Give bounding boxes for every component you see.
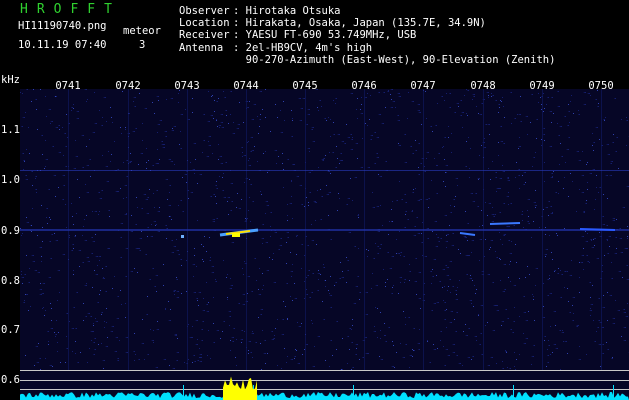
- receiver-row: Receiver: YAESU FT-690 53.749MHz, USB: [179, 29, 417, 42]
- observer-row: Observer: Hirotaka Otsuka: [179, 5, 341, 17]
- meteor-echo: [459, 232, 476, 236]
- noise-spike: [613, 385, 614, 400]
- receiver-value: YAESU FT-690 53.749MHz, USB: [245, 29, 417, 42]
- meteor-label: meteor: [123, 25, 161, 37]
- antenna-direction-row: 90-270-Azimuth (East-West), 90-Elevation…: [179, 53, 556, 66]
- location-value: Hirakata, Osaka, Japan (135.7E, 34.9N): [245, 17, 486, 30]
- info-key: Antenna: [179, 41, 224, 54]
- frequency-label: 0.8: [1, 275, 20, 287]
- frequency-unit-label: kHz: [1, 74, 20, 86]
- guide-line: [20, 389, 629, 390]
- location-row: Location: Hirakata, Osaka, Japan (135.7E…: [179, 17, 486, 30]
- guide-line: [20, 380, 629, 381]
- observation-datetime: 10.11.19 07:40: [18, 39, 107, 51]
- frequency-label: 1.0: [1, 174, 20, 186]
- noise-spike: [513, 385, 514, 400]
- frequency-label: 0.7: [1, 324, 20, 336]
- hrofft-logo: HROFFT: [20, 2, 121, 17]
- frequency-label: 0.9: [1, 225, 20, 237]
- meteor-echo: [579, 228, 616, 231]
- meteor-count: 3: [139, 39, 146, 51]
- info-key: Observer: [179, 5, 230, 17]
- noise-floor: [20, 392, 629, 400]
- antenna-value: 2el-HB9CV, 4m's high: [245, 41, 373, 54]
- guide-line: [20, 370, 629, 371]
- frequency-label: 0.6: [1, 374, 20, 386]
- frequency-label: 1.1: [1, 124, 20, 136]
- carrier-band: [20, 229, 629, 231]
- noise-spike: [353, 385, 354, 400]
- station-info: Observer: Hirotaka Otsuka Location: Hira…: [179, 5, 555, 66]
- meteor-echo: [181, 235, 184, 238]
- meteor-echo-core: [232, 233, 240, 237]
- observer-value: Hirotaka Otsuka: [245, 5, 341, 17]
- antenna-row: Antenna: 2el-HB9CV, 4m's high: [179, 41, 373, 54]
- antenna-direction-value: 90-270-Azimuth (East-West), 90-Elevation…: [245, 53, 556, 66]
- meteor-echo: [489, 222, 521, 225]
- spectrogram-canvas: [20, 89, 629, 400]
- carrier-band: [20, 170, 629, 171]
- noise-spike: [183, 385, 184, 400]
- file-name: HI11190740.png: [18, 20, 107, 32]
- spectrogram-plot: [20, 89, 629, 400]
- info-key: Receiver: [179, 29, 230, 42]
- info-key: Location: [179, 17, 230, 30]
